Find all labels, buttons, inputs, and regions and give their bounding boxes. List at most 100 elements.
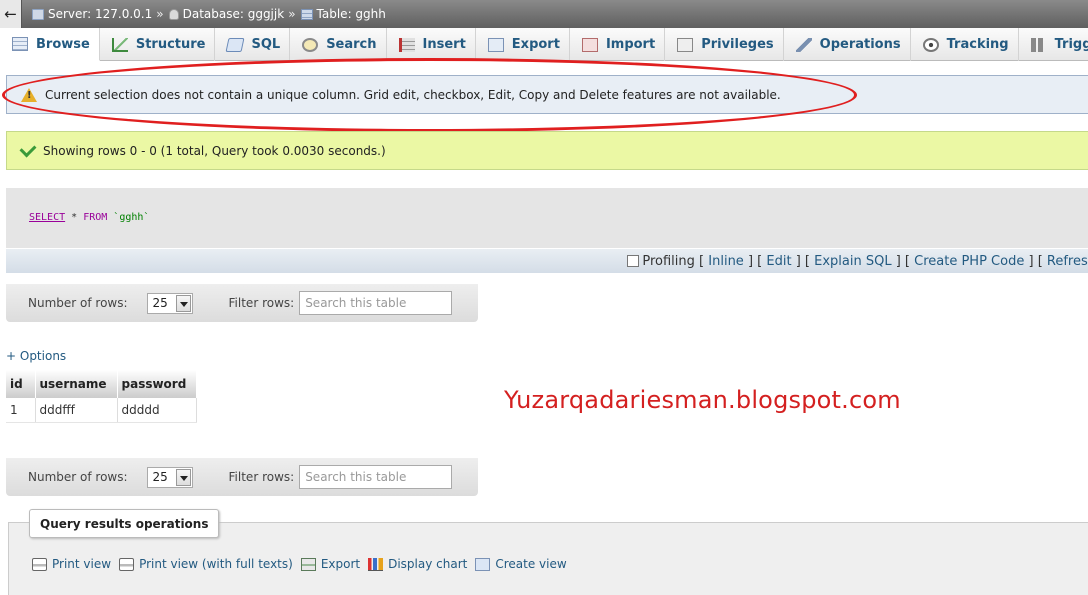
breadcrumb-server[interactable]: Server: 127.0.0.1 »	[32, 7, 164, 21]
warning-text: Current selection does not contain a uni…	[45, 87, 781, 102]
success-text: Showing rows 0 - 0 (1 total, Query took …	[43, 143, 386, 158]
tab-label: Import	[605, 37, 656, 52]
database-icon	[168, 8, 179, 20]
bracket-mid: ] [	[744, 254, 767, 269]
tab-label: Search	[326, 37, 377, 52]
create-php-code-link[interactable]: Create PHP Code	[914, 254, 1024, 269]
phpmyadmin-page: ← Server: 127.0.0.1 » Database: gggjjk »…	[0, 0, 1088, 595]
sql-icon	[225, 37, 245, 52]
tab-browse[interactable]: Browse	[0, 28, 100, 61]
triggers-icon	[1030, 37, 1047, 52]
link-label: Export	[320, 557, 361, 571]
print-icon	[32, 557, 47, 571]
server-icon	[32, 8, 44, 20]
bracket-mid: ] [	[892, 254, 915, 269]
table-icon	[300, 8, 313, 20]
bracket-open: [	[695, 254, 708, 269]
column-header-password[interactable]: password	[117, 366, 197, 398]
rows-select[interactable]: 25	[146, 466, 193, 488]
filter-rows-input[interactable]: Search this table	[299, 291, 453, 315]
tab-operations[interactable]: Operations	[784, 28, 911, 61]
tab-label: Operations	[819, 37, 901, 52]
rows-label: Number of rows:	[28, 470, 128, 484]
sql-star: *	[65, 212, 84, 223]
inline-link[interactable]: Inline	[708, 254, 744, 269]
tab-structure[interactable]: Structure	[100, 28, 216, 61]
insert-icon	[398, 37, 415, 52]
tab-label: SQL	[251, 37, 281, 52]
bracket: ] [	[895, 253, 910, 269]
create-view-link[interactable]: Create view	[475, 557, 567, 571]
import-icon	[581, 37, 598, 52]
breadcrumb-server-label: Server: 127.0.0.1	[48, 7, 153, 21]
table-header-row: id username password	[6, 366, 197, 398]
filter-placeholder: Search this table	[305, 470, 407, 484]
edit-link[interactable]: Edit	[766, 254, 791, 269]
sql-query-box: SELECT * FROM `gghh`	[6, 188, 1088, 248]
sql-from-keyword: FROM	[83, 212, 108, 223]
print-icon	[119, 557, 135, 571]
column-header-username[interactable]: username	[35, 366, 118, 398]
column-header-id[interactable]: id	[6, 366, 36, 398]
explain-sql-link[interactable]: Explain SQL	[814, 254, 891, 269]
export-icon	[487, 37, 504, 52]
filter-rows-input[interactable]: Search this table	[299, 465, 453, 489]
tab-triggers[interactable]: Triggers	[1019, 28, 1088, 61]
profiling-checkbox[interactable]	[627, 255, 640, 267]
export-link[interactable]: Export	[300, 557, 361, 571]
breadcrumb-separator: »	[288, 7, 296, 21]
success-notice: Showing rows 0 - 0 (1 total, Query took …	[6, 131, 1088, 170]
filter-placeholder: Search this table	[305, 296, 407, 310]
sql-select-keyword[interactable]: SELECT	[29, 212, 65, 223]
bracket-mid: ] [	[792, 254, 815, 269]
row-controls-top: Number of rows: 25 Filter rows: Search t…	[6, 284, 478, 322]
tab-bar: Browse Structure SQL Search Insert Expor…	[0, 28, 1088, 61]
link-label: Print view (with full texts)	[139, 557, 293, 571]
breadcrumb-database[interactable]: Database: gggjjk »	[168, 7, 296, 21]
search-icon	[302, 37, 319, 52]
check-icon	[19, 140, 37, 157]
tab-sql[interactable]: SQL	[215, 28, 291, 61]
filter-label: Filter rows:	[228, 470, 295, 484]
tab-label: Structure	[135, 37, 206, 52]
chevron-down-icon[interactable]	[175, 294, 191, 312]
export-icon	[300, 557, 316, 571]
tab-privileges[interactable]: Privileges	[665, 28, 784, 61]
display-chart-link[interactable]: Display chart	[368, 557, 467, 571]
privileges-icon	[677, 37, 694, 52]
rows-select-value: 25	[152, 470, 168, 484]
rows-select[interactable]: 25	[146, 292, 193, 314]
query-results-operations-links: Print view Print view (with full texts) …	[32, 557, 575, 571]
profiling-label: Profiling	[642, 253, 695, 269]
options-link[interactable]: + Options	[6, 349, 66, 363]
tab-label: Privileges	[701, 37, 774, 52]
tab-label: Triggers	[1054, 37, 1088, 52]
tab-insert[interactable]: Insert	[387, 28, 476, 61]
breadcrumb-table[interactable]: Table: gghh	[300, 7, 386, 21]
breadcrumb-table-label: Table: gghh	[316, 7, 386, 21]
tab-export[interactable]: Export	[476, 28, 570, 61]
chevron-down-icon[interactable]	[175, 468, 191, 486]
print-view-link[interactable]: Print view	[32, 557, 111, 571]
rows-select-value: 25	[152, 296, 168, 310]
sql-options-bar: Profiling [ Inline ] [ Edit ] [ Explain …	[6, 249, 1088, 273]
tab-import[interactable]: Import	[570, 28, 666, 61]
bracket: ] [	[795, 253, 810, 269]
refresh-link[interactable]: Refresh	[1047, 254, 1088, 269]
tab-search[interactable]: Search	[290, 28, 387, 61]
table-cell: 1	[6, 398, 36, 423]
tab-label: Insert	[422, 37, 466, 52]
tab-label: Tracking	[946, 37, 1009, 52]
breadcrumb-database-label: Database: gggjjk	[182, 7, 285, 21]
tab-tracking[interactable]: Tracking	[911, 28, 1019, 61]
chart-icon	[368, 557, 384, 571]
print-view-full-link[interactable]: Print view (with full texts)	[119, 557, 293, 571]
sql-table-name: `gghh`	[107, 212, 150, 223]
table-row: 1 dddfff ddddd	[6, 398, 197, 423]
operations-icon	[795, 37, 812, 52]
structure-icon	[111, 37, 128, 52]
query-results-operations-title: Query results operations	[29, 509, 220, 538]
table-cell: ddddd	[117, 398, 197, 423]
back-button[interactable]: ←	[0, 0, 22, 28]
link-label: Print view	[52, 557, 112, 571]
